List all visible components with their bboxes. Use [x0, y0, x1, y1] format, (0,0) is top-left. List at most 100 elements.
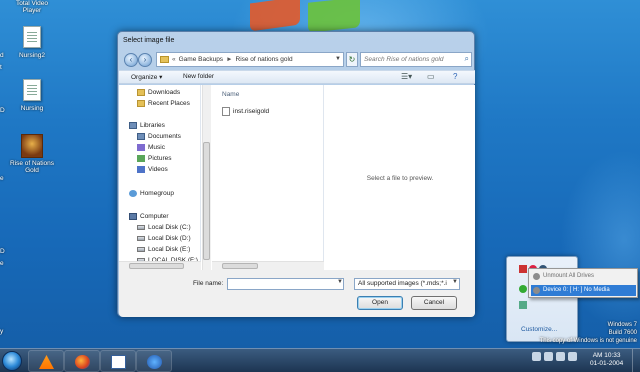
drive-tool-icon[interactable] [519, 301, 527, 309]
clock-time: AM 10:33 [592, 352, 621, 359]
drive-icon [533, 287, 540, 294]
videos-icon [137, 166, 145, 173]
breadcrumb-current[interactable]: Rise of nations gold [236, 56, 293, 63]
preview-pane-icon[interactable]: ▭ [427, 72, 435, 81]
taskbar-vlc[interactable] [28, 350, 64, 372]
watermark-line2: Build 7600 [608, 330, 637, 336]
speaker-icon[interactable] [519, 265, 527, 273]
breadcrumb-game-backups[interactable]: Game Backups [179, 56, 223, 63]
document-icon [21, 26, 43, 50]
chevron-down-icon[interactable]: ▼ [337, 279, 343, 285]
system-tray [532, 352, 577, 361]
desktop-icon-nursing[interactable]: Nursing [8, 79, 56, 112]
file-horizontal-scroll-thumb[interactable] [222, 263, 258, 269]
daemon-tools-icon [147, 355, 162, 369]
new-folder-button[interactable]: New folder [183, 73, 214, 80]
navigation-pane: Downloads Recent Places Libraries Docume… [119, 85, 201, 270]
desktop-icon-nursing2[interactable]: Nursing2 [8, 26, 56, 59]
flag-icon[interactable] [544, 352, 553, 361]
desktop-fragment: D [0, 248, 5, 255]
clock-date: 01-01-2004 [590, 360, 624, 367]
nav-item-libraries[interactable]: Libraries [129, 122, 165, 129]
forward-button[interactable]: › [138, 53, 152, 67]
wallpaper-flag-green [308, 0, 360, 33]
back-button[interactable]: ‹ [124, 53, 138, 67]
desktop-icon-label: Total Video Player [15, 0, 49, 14]
address-bar[interactable]: « Game Backups ► Rise of nations gold ▼ [156, 52, 344, 67]
desktop-icon-label: Nursing2 [18, 52, 45, 59]
search-icon[interactable]: ⌕ [465, 54, 469, 64]
desktop-fragment: e [0, 260, 4, 267]
search-input[interactable] [361, 53, 457, 66]
nav-item-local-disk-c[interactable]: Local Disk (C:) [137, 224, 191, 231]
document-icon [21, 79, 43, 103]
computer-icon [129, 213, 137, 220]
show-desktop-button[interactable] [632, 349, 640, 372]
nav-item-computer[interactable]: Computer [129, 213, 169, 220]
nav-item-downloads[interactable]: Downloads [137, 89, 180, 96]
firefox-icon [75, 355, 90, 369]
file-item[interactable]: inst.riseigold [222, 107, 269, 116]
address-row: ‹ › « Game Backups ► Rise of nations gol… [122, 52, 472, 70]
taskbar-word[interactable] [100, 350, 136, 372]
breadcrumb-separator: ► [226, 56, 233, 63]
file-type-select[interactable]: All supported images (*.mds;*.i [354, 278, 460, 290]
folder-icon [137, 100, 145, 107]
desktop: Total Video Player Nursing2 Nursing Rise… [0, 0, 640, 348]
volume-icon[interactable] [568, 352, 577, 361]
watermark-line3: This copy of Windows is not genuine [539, 338, 637, 344]
chevron-down-icon[interactable]: ▼ [335, 56, 341, 62]
taskbar-firefox[interactable] [64, 350, 100, 372]
dialog-footer: File name: ▼ All supported images (*.mds… [119, 270, 475, 317]
disk-icon [137, 247, 145, 252]
disk-icon [137, 236, 145, 241]
breadcrumb-overflow[interactable]: « [172, 56, 176, 63]
start-button[interactable] [2, 351, 22, 371]
folder-icon [137, 89, 145, 96]
preview-message: Select a file to preview. [366, 175, 434, 182]
nav-item-homegroup[interactable]: Homegroup [129, 190, 174, 197]
file-name-input[interactable] [227, 278, 344, 290]
music-icon [137, 144, 145, 151]
desktop-icon-rise-of-nations-gold[interactable]: Rise of Nations Gold [8, 134, 56, 174]
taskbar-daemon-tools[interactable] [136, 350, 172, 372]
command-toolbar: Organize ▾ New folder ☰▾ ▭ ? [119, 70, 475, 84]
file-list-pane: Name inst.riseigold [212, 85, 324, 270]
open-button[interactable]: Open [357, 296, 403, 310]
refresh-icon[interactable]: ↻ [346, 52, 358, 67]
network-icon[interactable] [519, 285, 527, 293]
menu-item-device-0[interactable]: Device 0: [ H: ] No Media [531, 285, 636, 296]
nav-item-videos[interactable]: Videos [137, 166, 168, 173]
nav-item-local-disk-d[interactable]: Local Disk (D:) [137, 235, 191, 242]
nav-item-music[interactable]: Music [137, 144, 165, 151]
library-icon [137, 133, 145, 140]
nav-item-documents[interactable]: Documents [137, 133, 181, 140]
game-icon [21, 134, 43, 158]
clock[interactable]: AM 10:33 01-01-2004 [590, 352, 623, 368]
desktop-icon-total-video-player[interactable]: Total Video Player [8, 0, 56, 14]
show-hidden-icons-icon[interactable] [532, 352, 541, 361]
homegroup-icon [129, 190, 137, 197]
organize-button[interactable]: Organize ▾ [131, 73, 162, 81]
select-image-dialog: Select image file ‹ › « Game Backups ► R… [117, 31, 475, 317]
nav-item-recent-places[interactable]: Recent Places [137, 100, 190, 107]
chevron-down-icon[interactable]: ▼ [452, 279, 458, 285]
view-options-icon[interactable]: ☰▾ [401, 72, 412, 81]
nav-item-pictures[interactable]: Pictures [137, 155, 171, 162]
customize-link[interactable]: Customize... [521, 326, 557, 333]
network-icon[interactable] [556, 352, 565, 361]
nav-horizontal-scroll-thumb[interactable] [129, 263, 184, 269]
cancel-button[interactable]: Cancel [411, 296, 457, 310]
desktop-fragment: D [0, 107, 5, 114]
dialog-body: Downloads Recent Places Libraries Docume… [119, 85, 475, 270]
library-icon [129, 122, 137, 129]
disk-icon [137, 225, 145, 230]
desktop-fragment: d [0, 52, 4, 59]
nav-item-local-disk-e[interactable]: Local Disk (E:) [137, 246, 190, 253]
column-header-name[interactable]: Name [222, 91, 239, 98]
help-icon[interactable]: ? [453, 72, 457, 81]
nav-vertical-scroll-thumb[interactable] [203, 142, 210, 260]
word-icon [111, 355, 126, 369]
dialog-title: Select image file [123, 37, 175, 44]
menu-item-unmount-all[interactable]: Unmount All Drives [531, 271, 636, 282]
